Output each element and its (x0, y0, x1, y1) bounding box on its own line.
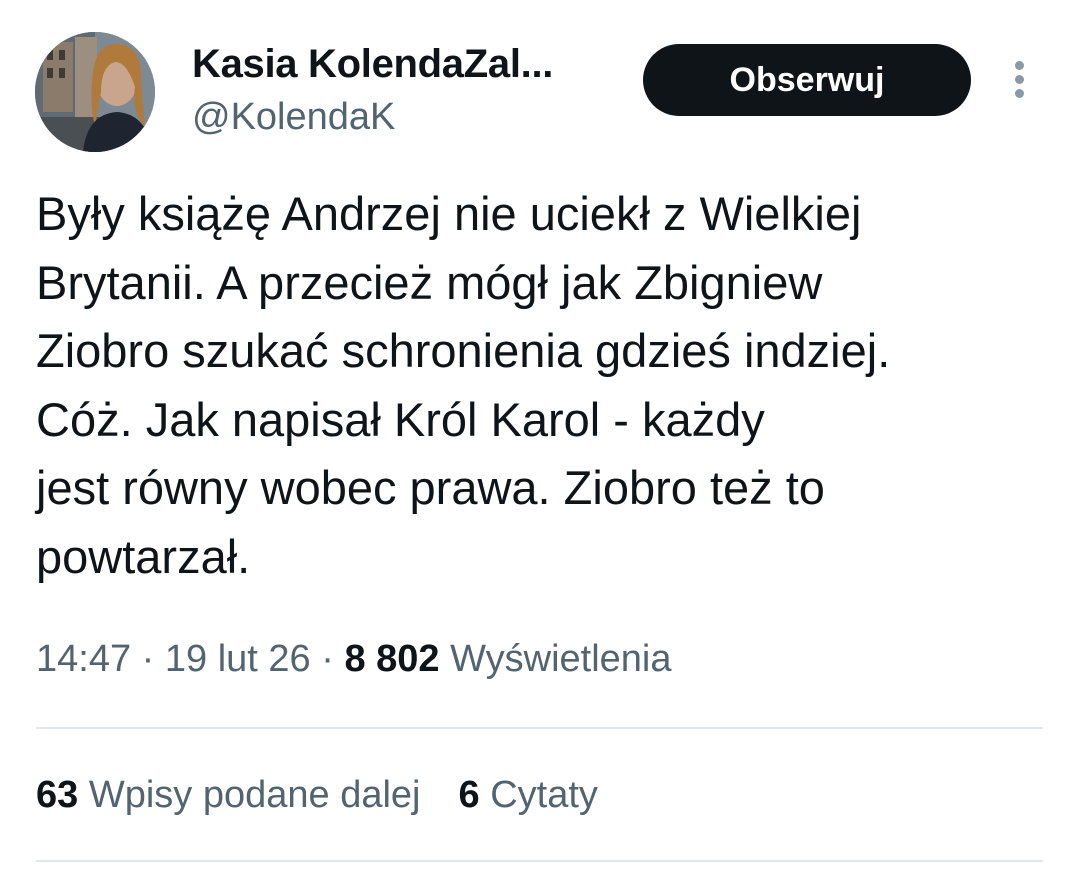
tweet-text-line: jest równy wobec prawa. Ziobro też to (36, 461, 825, 514)
tweet-meta: 14:47 · 19 lut 26 · 8 802 Wyświetlenia (36, 638, 672, 681)
avatar-photo (35, 32, 155, 152)
avatar[interactable] (35, 32, 155, 152)
divider (36, 727, 1043, 729)
meta-separator: · (310, 638, 345, 680)
tweet-text: Były książę Andrzej nie uciekł z Wielkie… (36, 180, 1056, 591)
tweet-text-line: Brytanii. A przecież mógł jak Zbigniew (36, 255, 823, 309)
tweet-text-line: Ziobro szukać schronienia gdzieś indziej… (36, 324, 891, 377)
reposts-count: 63 (36, 774, 79, 816)
quotes-stat[interactable]: 6 Cytaty (459, 774, 598, 817)
quotes-label: Cytaty (490, 774, 598, 816)
tweet-text-line: Cóż. Jak napisał Król Karol - każdy (36, 392, 765, 446)
meta-separator: · (131, 638, 165, 680)
follow-button[interactable]: Obserwuj (643, 44, 971, 116)
author-display-name[interactable]: Kasia KolendaZal... (192, 42, 553, 87)
tweet-time[interactable]: 14:47 (36, 638, 131, 680)
reposts-label: Wpisy podane dalej (88, 774, 421, 816)
tweet-date[interactable]: 19 lut 26 (165, 638, 311, 680)
quotes-count: 6 (458, 774, 480, 816)
views-count: 8 802 (344, 638, 440, 680)
reposts-stat[interactable]: 63 Wpisy podane dalej (36, 774, 421, 817)
tweet: Kasia KolendaZal... @KolendaK Obserwuj B… (0, 0, 1079, 881)
tweet-text-line: powtarzał. (36, 529, 251, 583)
author-handle[interactable]: @KolendaK (192, 96, 395, 139)
views-label: Wyświetlenia (450, 638, 672, 680)
divider (36, 860, 1043, 862)
tweet-text-line: Były książę Andrzej nie uciekł z Wielkie… (36, 187, 862, 240)
more-options-icon[interactable] (1008, 58, 1030, 102)
engagement-stats: 63 Wpisy podane dalej 6 Cytaty (36, 774, 598, 817)
